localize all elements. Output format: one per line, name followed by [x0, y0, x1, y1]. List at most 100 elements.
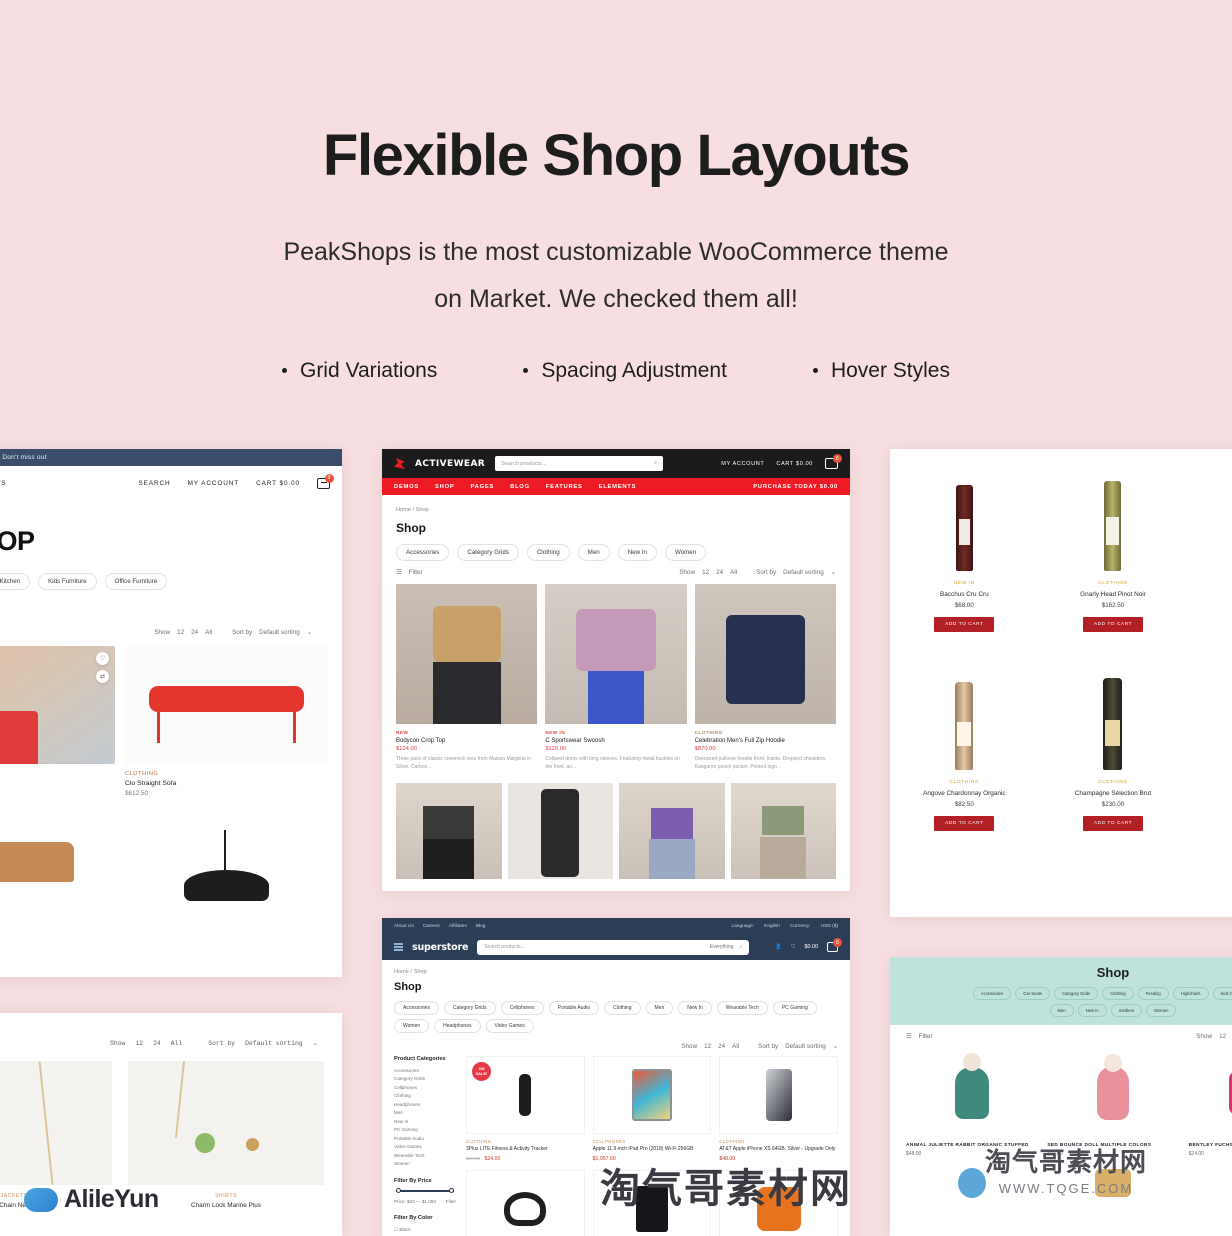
product-image[interactable]	[592, 1056, 712, 1134]
filter-icon[interactable]: ☰	[396, 569, 402, 576]
pill-clothing[interactable]: Clothing	[604, 1001, 641, 1015]
superstore-toolbar[interactable]: Show 12 24 All Sort by Default sorting ⌄	[382, 1033, 850, 1056]
product-card[interactable]	[396, 783, 502, 879]
product-image[interactable]	[0, 811, 115, 929]
pill-kids-clothing[interactable]: Kids Clothing	[1212, 987, 1232, 1000]
product-image[interactable]: %	[1189, 1050, 1232, 1136]
nav-item-features[interactable]: FEATURES	[546, 484, 583, 490]
filter-label[interactable]: Filter	[919, 1033, 933, 1040]
product-card[interactable]: NEW Bodycon Crop Top $124.00 Three pack …	[396, 584, 538, 771]
pill-wearable-tech[interactable]: Wearable Tech	[716, 1001, 768, 1015]
product-name[interactable]: Bodycon Crop Top	[396, 738, 537, 744]
show-option-12[interactable]: 12	[704, 1043, 711, 1050]
product-image[interactable]	[1193, 662, 1232, 770]
cart-link[interactable]: CART $0.00	[776, 461, 813, 467]
breadcrumb[interactable]: Home / Shop	[382, 960, 850, 975]
filter-icon[interactable]: ☰	[906, 1033, 912, 1040]
language-select[interactable]: English	[764, 924, 780, 929]
sort-select[interactable]: Default sorting	[259, 629, 300, 636]
product-card[interactable]: NEW IN C Sportswear Swoosh $120.00 Colla…	[545, 584, 687, 771]
product-name[interactable]: Clo Straight Sofa	[125, 780, 328, 787]
product-image[interactable]	[719, 1056, 838, 1134]
color-checkbox-black[interactable]: ☐ Black	[394, 1226, 456, 1234]
pill-office-furniture[interactable]: Office Furniture	[104, 573, 168, 590]
product-name[interactable]: AT&T Apple iPhone XS 64GB, Silver - Upgr…	[719, 1146, 838, 1153]
currency-select[interactable]: USD ($)	[821, 924, 838, 929]
show-option-12[interactable]: 12	[135, 1040, 143, 1047]
show-option-12[interactable]: 12	[702, 569, 709, 576]
product-image[interactable]	[125, 811, 328, 929]
furniture-navbar[interactable]: FEATURES ELEMENTS SEARCH MY ACCOUNT CART…	[0, 466, 342, 500]
superstore-sidebar[interactable]: Product Categories Accessories Category …	[394, 1056, 456, 1236]
product-name[interactable]: Inspiration	[1193, 591, 1232, 598]
pill-cellphones[interactable]: Cellphones	[500, 1001, 544, 1015]
sort-select[interactable]: Default sorting	[783, 569, 824, 576]
product-card[interactable]	[507, 783, 613, 879]
nav-my-account-link[interactable]: MY ACCOUNT	[188, 480, 240, 487]
account-icon[interactable]: 👤	[775, 944, 782, 950]
product-image[interactable]	[1045, 662, 1182, 770]
sidebar-item-pc-gaming[interactable]: PC Gaming	[394, 1126, 456, 1134]
product-card[interactable]: NEW IN Delizioso $24.0 VIEW	[1187, 648, 1232, 847]
price-range-slider[interactable]	[396, 1187, 454, 1193]
pill-women[interactable]: Women	[1146, 1004, 1177, 1017]
product-image[interactable]	[694, 584, 836, 724]
product-image[interactable]	[1045, 463, 1182, 571]
wishlist-icon[interactable]: ♡	[96, 652, 109, 665]
sidebar-item-clothing[interactable]: Clothing	[394, 1092, 456, 1100]
product-card[interactable]: CLOTHING AT&T Apple iPhone XS 64GB, Silv…	[719, 1056, 838, 1162]
product-image[interactable]	[545, 584, 687, 724]
furniture-category-pills[interactable]: ry Grids Clothing Dining & Kitchen Kids …	[0, 557, 234, 613]
chevron-down-icon[interactable]: ⌄	[831, 569, 836, 576]
product-card[interactable]: CLOTHING Clo Straight Sofa $612.50	[125, 646, 328, 797]
product-image[interactable]	[1047, 1050, 1178, 1136]
cart-icon[interactable]: 0	[317, 473, 334, 489]
sidebar-item-new-in[interactable]: New In	[394, 1118, 456, 1126]
pill-accessories[interactable]: Accessories	[396, 544, 450, 561]
pill-pc-gaming[interactable]: PC Gaming	[772, 1001, 817, 1015]
product-card[interactable]: CELLPHONES Apple 11.9-inch iPad Pro (201…	[592, 1056, 712, 1162]
nav-item-elements[interactable]: ELEMENTS	[0, 480, 6, 487]
breadcrumb[interactable]: Home / Shop	[382, 495, 850, 513]
show-option-all[interactable]: All	[171, 1040, 183, 1047]
product-card[interactable]	[466, 1170, 585, 1236]
product-name[interactable]: Celebration Men's Full Zip Hoodie	[695, 738, 836, 744]
pill-new-in[interactable]: New In	[617, 544, 657, 561]
add-to-cart-button[interactable]: ADD TO CART	[934, 617, 995, 632]
sort-select[interactable]: Default sorting	[785, 1043, 826, 1050]
product-name[interactable]: 3Plus LITE Fitness & Activity Tracker	[466, 1146, 585, 1153]
pill-men[interactable]: Men	[577, 544, 610, 561]
top-link-about-us[interactable]: About Us	[394, 924, 414, 929]
pill-new-in[interactable]: New In	[1077, 1004, 1107, 1017]
nav-search-link[interactable]: SEARCH	[139, 480, 171, 487]
product-card[interactable]	[125, 811, 328, 929]
product-card[interactable]: CLOTHING Gnarly Head Pinot Noir $162.50 …	[1039, 449, 1188, 648]
top-link-affiliates[interactable]: Affiliates	[449, 924, 467, 929]
show-option-all[interactable]: All	[205, 629, 212, 636]
product-card[interactable]	[730, 783, 836, 879]
cart-icon[interactable]: 0	[825, 454, 842, 469]
sidebar-item-cellphones[interactable]: Cellphones	[394, 1084, 456, 1092]
product-name[interactable]: Delizioso	[1193, 790, 1232, 797]
product-card[interactable]	[0, 811, 115, 929]
show-option-24[interactable]: 24	[153, 1040, 161, 1047]
product-image[interactable]	[906, 1050, 1037, 1136]
pill-women[interactable]: Women	[664, 544, 707, 561]
superstore-category-pills[interactable]: Accessories Category Grids Cellphones Po…	[382, 993, 850, 1033]
activewear-logo[interactable]: ACTIVEWEAR	[415, 459, 485, 469]
sidebar-item-portable-audio[interactable]: Portable Audio	[394, 1135, 456, 1143]
activewear-topbar[interactable]: ACTIVEWEAR Search products... ⌕ MY ACCOU…	[382, 449, 850, 478]
pill-clothing[interactable]: Clothing	[1102, 987, 1134, 1000]
jewelry-toolbar[interactable]: Show 12 24 All Sort by Default sorting ⌄	[0, 1013, 342, 1048]
pill-men[interactable]: Men	[1049, 1004, 1074, 1017]
product-name[interactable]: Apple 11.9-inch iPad Pro (2018) Wi-Fi 25…	[593, 1146, 712, 1153]
search-icon[interactable]: ⌕	[739, 944, 742, 950]
sidebar-item-headphones[interactable]: Headphones	[394, 1101, 456, 1109]
show-option-12[interactable]: 12	[1219, 1033, 1226, 1040]
show-option-24[interactable]: 24	[716, 569, 723, 576]
product-name[interactable]: Gnarly Head Pinot Noir	[1045, 591, 1182, 598]
pill-accessories[interactable]: Accessories	[394, 1001, 439, 1015]
pill-video-games[interactable]: Video Games	[485, 1019, 534, 1033]
nav-cart-link[interactable]: CART $0.00	[256, 480, 300, 487]
product-image[interactable]	[730, 783, 836, 879]
